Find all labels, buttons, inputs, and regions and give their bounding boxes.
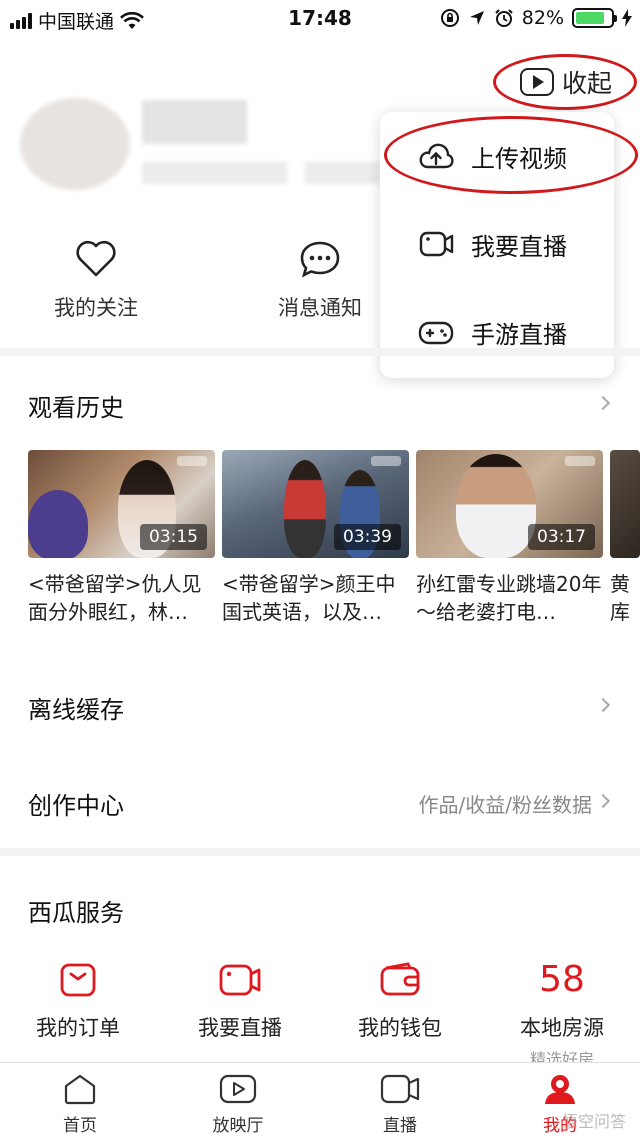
go-live-item[interactable]: 我要直播 <box>380 200 614 288</box>
video-thumbnail[interactable]: 03:15 <box>28 450 215 558</box>
wallet-icon <box>380 962 420 996</box>
video-thumbnail[interactable]: 03:39 <box>222 450 409 558</box>
creation-center-subtitle[interactable]: 作品/收益/粉丝数据 <box>419 789 592 818</box>
video-thumbnail[interactable]: 03:17 <box>416 450 603 558</box>
game-live-item[interactable]: 手游直播 <box>380 288 614 376</box>
tab-live[interactable]: 直播 <box>340 1073 460 1136</box>
orientation-lock-icon <box>440 9 459 27</box>
local-housing-button[interactable]: 58 本地房源 精选好房 <box>492 960 632 1070</box>
video-duration: 03:15 <box>140 524 207 550</box>
live-camera-icon <box>219 964 261 996</box>
bottom-tab-bar: 首页 放映厅 直播 我的 <box>0 1062 640 1138</box>
following-button[interactable]: 我的关注 <box>26 240 166 322</box>
annotation-ring-collapse <box>493 54 637 110</box>
chevron-right-icon[interactable] <box>595 793 611 809</box>
go-live-service-label: 我要直播 <box>198 1016 282 1040</box>
my-wallet-label: 我的钱包 <box>358 1016 442 1040</box>
home-icon <box>64 1074 96 1105</box>
video-title[interactable]: 孙红雷专业跳墙20年～给老婆打电… <box>416 570 604 626</box>
location-icon <box>469 11 484 25</box>
go-live-service-button[interactable]: 我要直播 <box>170 960 310 1042</box>
battery-icon <box>572 8 617 28</box>
user-info-blur <box>305 162 380 184</box>
avatar[interactable] <box>20 98 130 190</box>
my-orders-button[interactable]: 我的订单 <box>8 960 148 1042</box>
video-duration: 03:39 <box>334 524 401 550</box>
go-live-label: 我要直播 <box>471 233 567 261</box>
annotation-ring-upload <box>384 116 638 194</box>
camera-icon <box>419 231 454 257</box>
camera-icon <box>380 1074 420 1104</box>
tab-home-label: 首页 <box>63 1116 97 1136</box>
video-thumbnail[interactable] <box>610 450 640 558</box>
my-orders-label: 我的订单 <box>36 1016 120 1040</box>
58-icon: 58 <box>539 959 585 1000</box>
gamepad-icon <box>418 321 454 345</box>
status-bar: 中国联通 17:48 82% <box>0 0 640 40</box>
profile-icon <box>545 1075 575 1104</box>
video-duration: 03:17 <box>528 524 595 550</box>
play-icon <box>219 1074 257 1104</box>
alarm-icon <box>495 9 513 27</box>
divider <box>0 348 640 356</box>
user-info-blur <box>142 162 287 184</box>
tab-cinema-label: 放映厅 <box>212 1116 264 1136</box>
notifications-label: 消息通知 <box>278 296 362 320</box>
video-title[interactable]: <带爸留学>仇人见面分外眼红，林… <box>28 570 216 626</box>
offline-cache-title[interactable]: 离线缓存 <box>28 690 124 725</box>
video-title[interactable]: 黄库现场 <box>610 570 640 626</box>
services-title: 西瓜服务 <box>28 899 124 927</box>
order-icon <box>60 963 96 997</box>
tab-live-label: 直播 <box>383 1116 417 1136</box>
heart-icon <box>76 240 116 277</box>
tab-cinema[interactable]: 放映厅 <box>178 1073 298 1136</box>
watch-history-title[interactable]: 观看历史 <box>28 388 124 423</box>
tab-home[interactable]: 首页 <box>20 1073 140 1136</box>
chevron-right-icon[interactable] <box>595 395 611 411</box>
game-live-label: 手游直播 <box>471 321 567 349</box>
chevron-right-icon[interactable] <box>595 697 611 713</box>
video-title[interactable]: <带爸留学>颜王中国式英语，以及… <box>222 570 410 626</box>
divider <box>0 848 640 856</box>
charging-icon <box>622 9 632 27</box>
notifications-button[interactable]: 消息通知 <box>250 240 390 322</box>
watermark: 悟空问答 <box>561 1112 626 1131</box>
local-housing-label: 本地房源 <box>520 1016 604 1040</box>
username-blur <box>142 100 247 144</box>
following-label: 我的关注 <box>54 296 138 320</box>
my-wallet-button[interactable]: 我的钱包 <box>330 960 470 1042</box>
message-icon <box>300 241 340 278</box>
battery-percent: 82% <box>521 7 564 29</box>
creation-center-title[interactable]: 创作中心 <box>28 786 124 821</box>
